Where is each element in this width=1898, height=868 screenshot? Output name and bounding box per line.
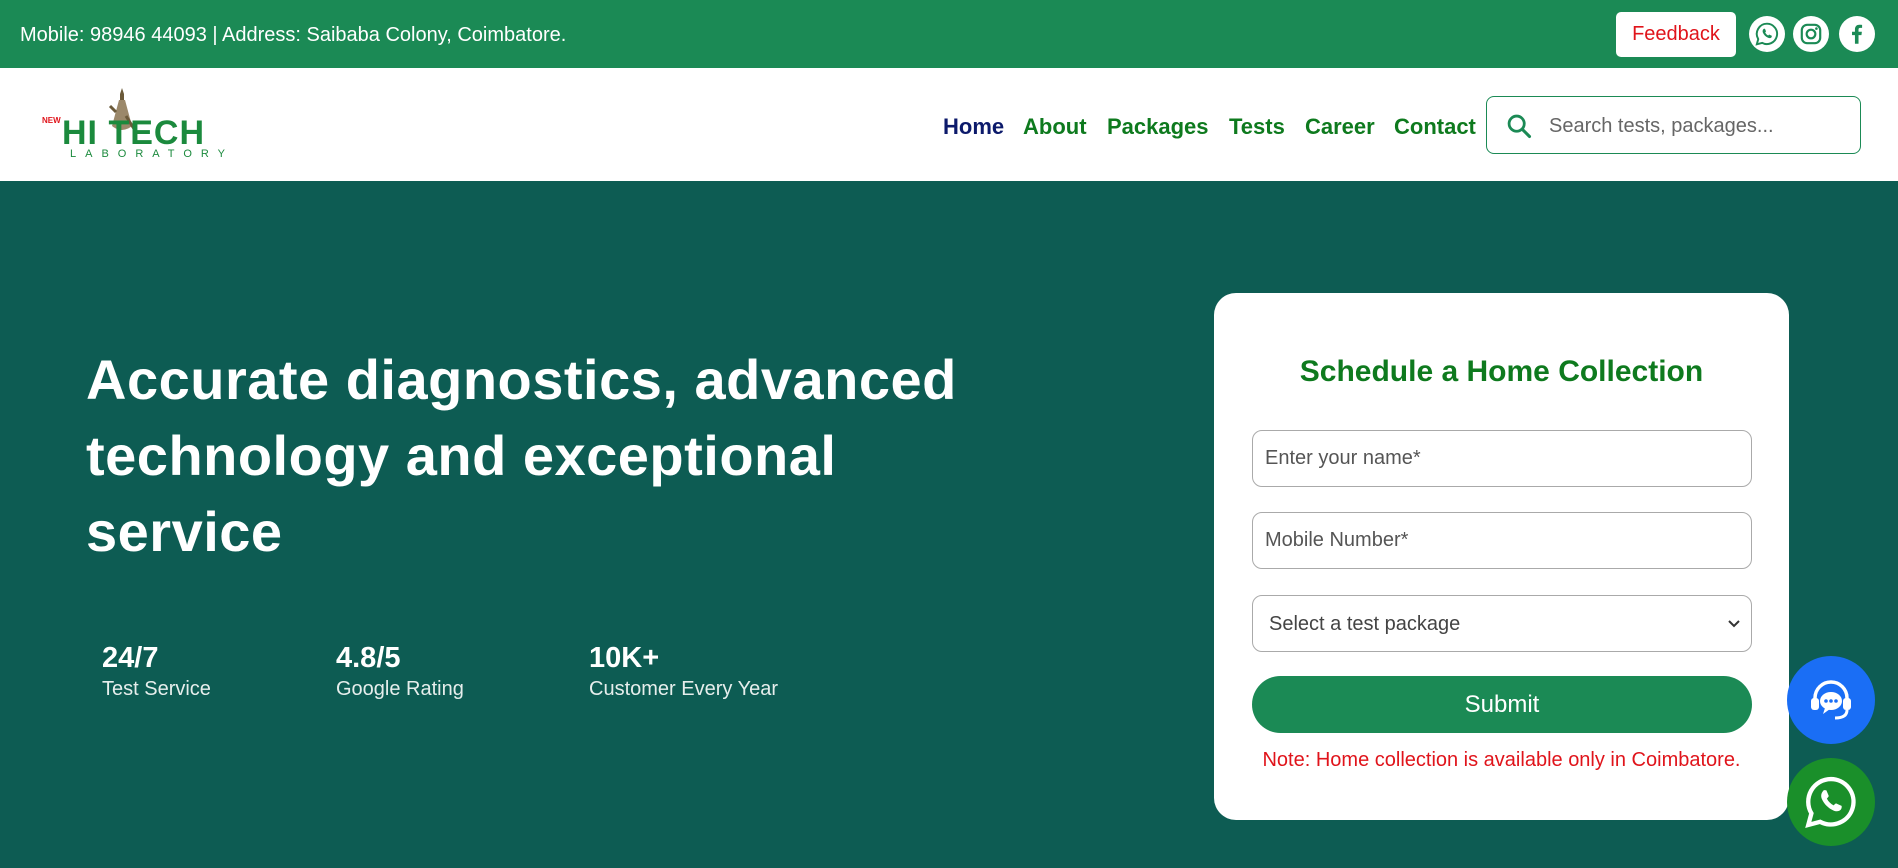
- package-select-value: Select a test package: [1269, 613, 1461, 635]
- search-icon: [1507, 114, 1532, 139]
- search-box[interactable]: [1486, 96, 1861, 154]
- instagram-icon[interactable]: [1793, 16, 1829, 52]
- support-chat-button[interactable]: [1787, 656, 1875, 744]
- contact-info: Mobile: 98946 44093 | Address: Saibaba C…: [20, 24, 567, 46]
- nav-career[interactable]: Career: [1305, 114, 1375, 140]
- whatsapp-icon: [1805, 776, 1856, 829]
- stat-label: Test Service: [102, 678, 211, 700]
- nav-home[interactable]: Home: [943, 114, 1004, 140]
- mobile-input[interactable]: [1252, 512, 1752, 569]
- stat-label: Google Rating: [336, 678, 464, 700]
- whatsapp-icon[interactable]: [1749, 16, 1785, 52]
- search-input[interactable]: [1549, 109, 1849, 143]
- nav-about[interactable]: About: [1023, 114, 1087, 140]
- top-bar: Mobile: 98946 44093 | Address: Saibaba C…: [0, 0, 1898, 68]
- nav-packages[interactable]: Packages: [1107, 114, 1209, 140]
- form-note: Note: Home collection is available only …: [1262, 749, 1741, 771]
- name-input[interactable]: [1252, 430, 1752, 487]
- package-select[interactable]: Select a test package: [1252, 595, 1752, 652]
- chevron-down-icon: [1728, 620, 1740, 628]
- submit-button[interactable]: Submit: [1252, 676, 1752, 733]
- home-collection-form: Schedule a Home Collection Select a test…: [1214, 293, 1789, 820]
- facebook-icon[interactable]: [1839, 16, 1875, 52]
- feedback-button[interactable]: Feedback: [1616, 12, 1736, 57]
- nav-tests[interactable]: Tests: [1229, 114, 1285, 140]
- logo-new-text: NEW: [42, 116, 61, 125]
- whatsapp-chat-button[interactable]: [1787, 758, 1875, 846]
- logo-subtext: LABORATORY: [70, 148, 234, 160]
- support-agent-icon: [1811, 680, 1851, 720]
- site-logo[interactable]: NEW HI TECH LABORATORY: [40, 86, 240, 164]
- stat-value: 4.8/5: [336, 642, 401, 674]
- stat-label: Customer Every Year: [589, 678, 778, 700]
- form-title: Schedule a Home Collection: [1299, 355, 1704, 388]
- nav-contact[interactable]: Contact: [1394, 114, 1476, 140]
- hero-title: Accurate diagnostics, advanced technolog…: [86, 348, 957, 563]
- stat-value: 10K+: [589, 642, 660, 674]
- stat-value: 24/7: [102, 642, 159, 674]
